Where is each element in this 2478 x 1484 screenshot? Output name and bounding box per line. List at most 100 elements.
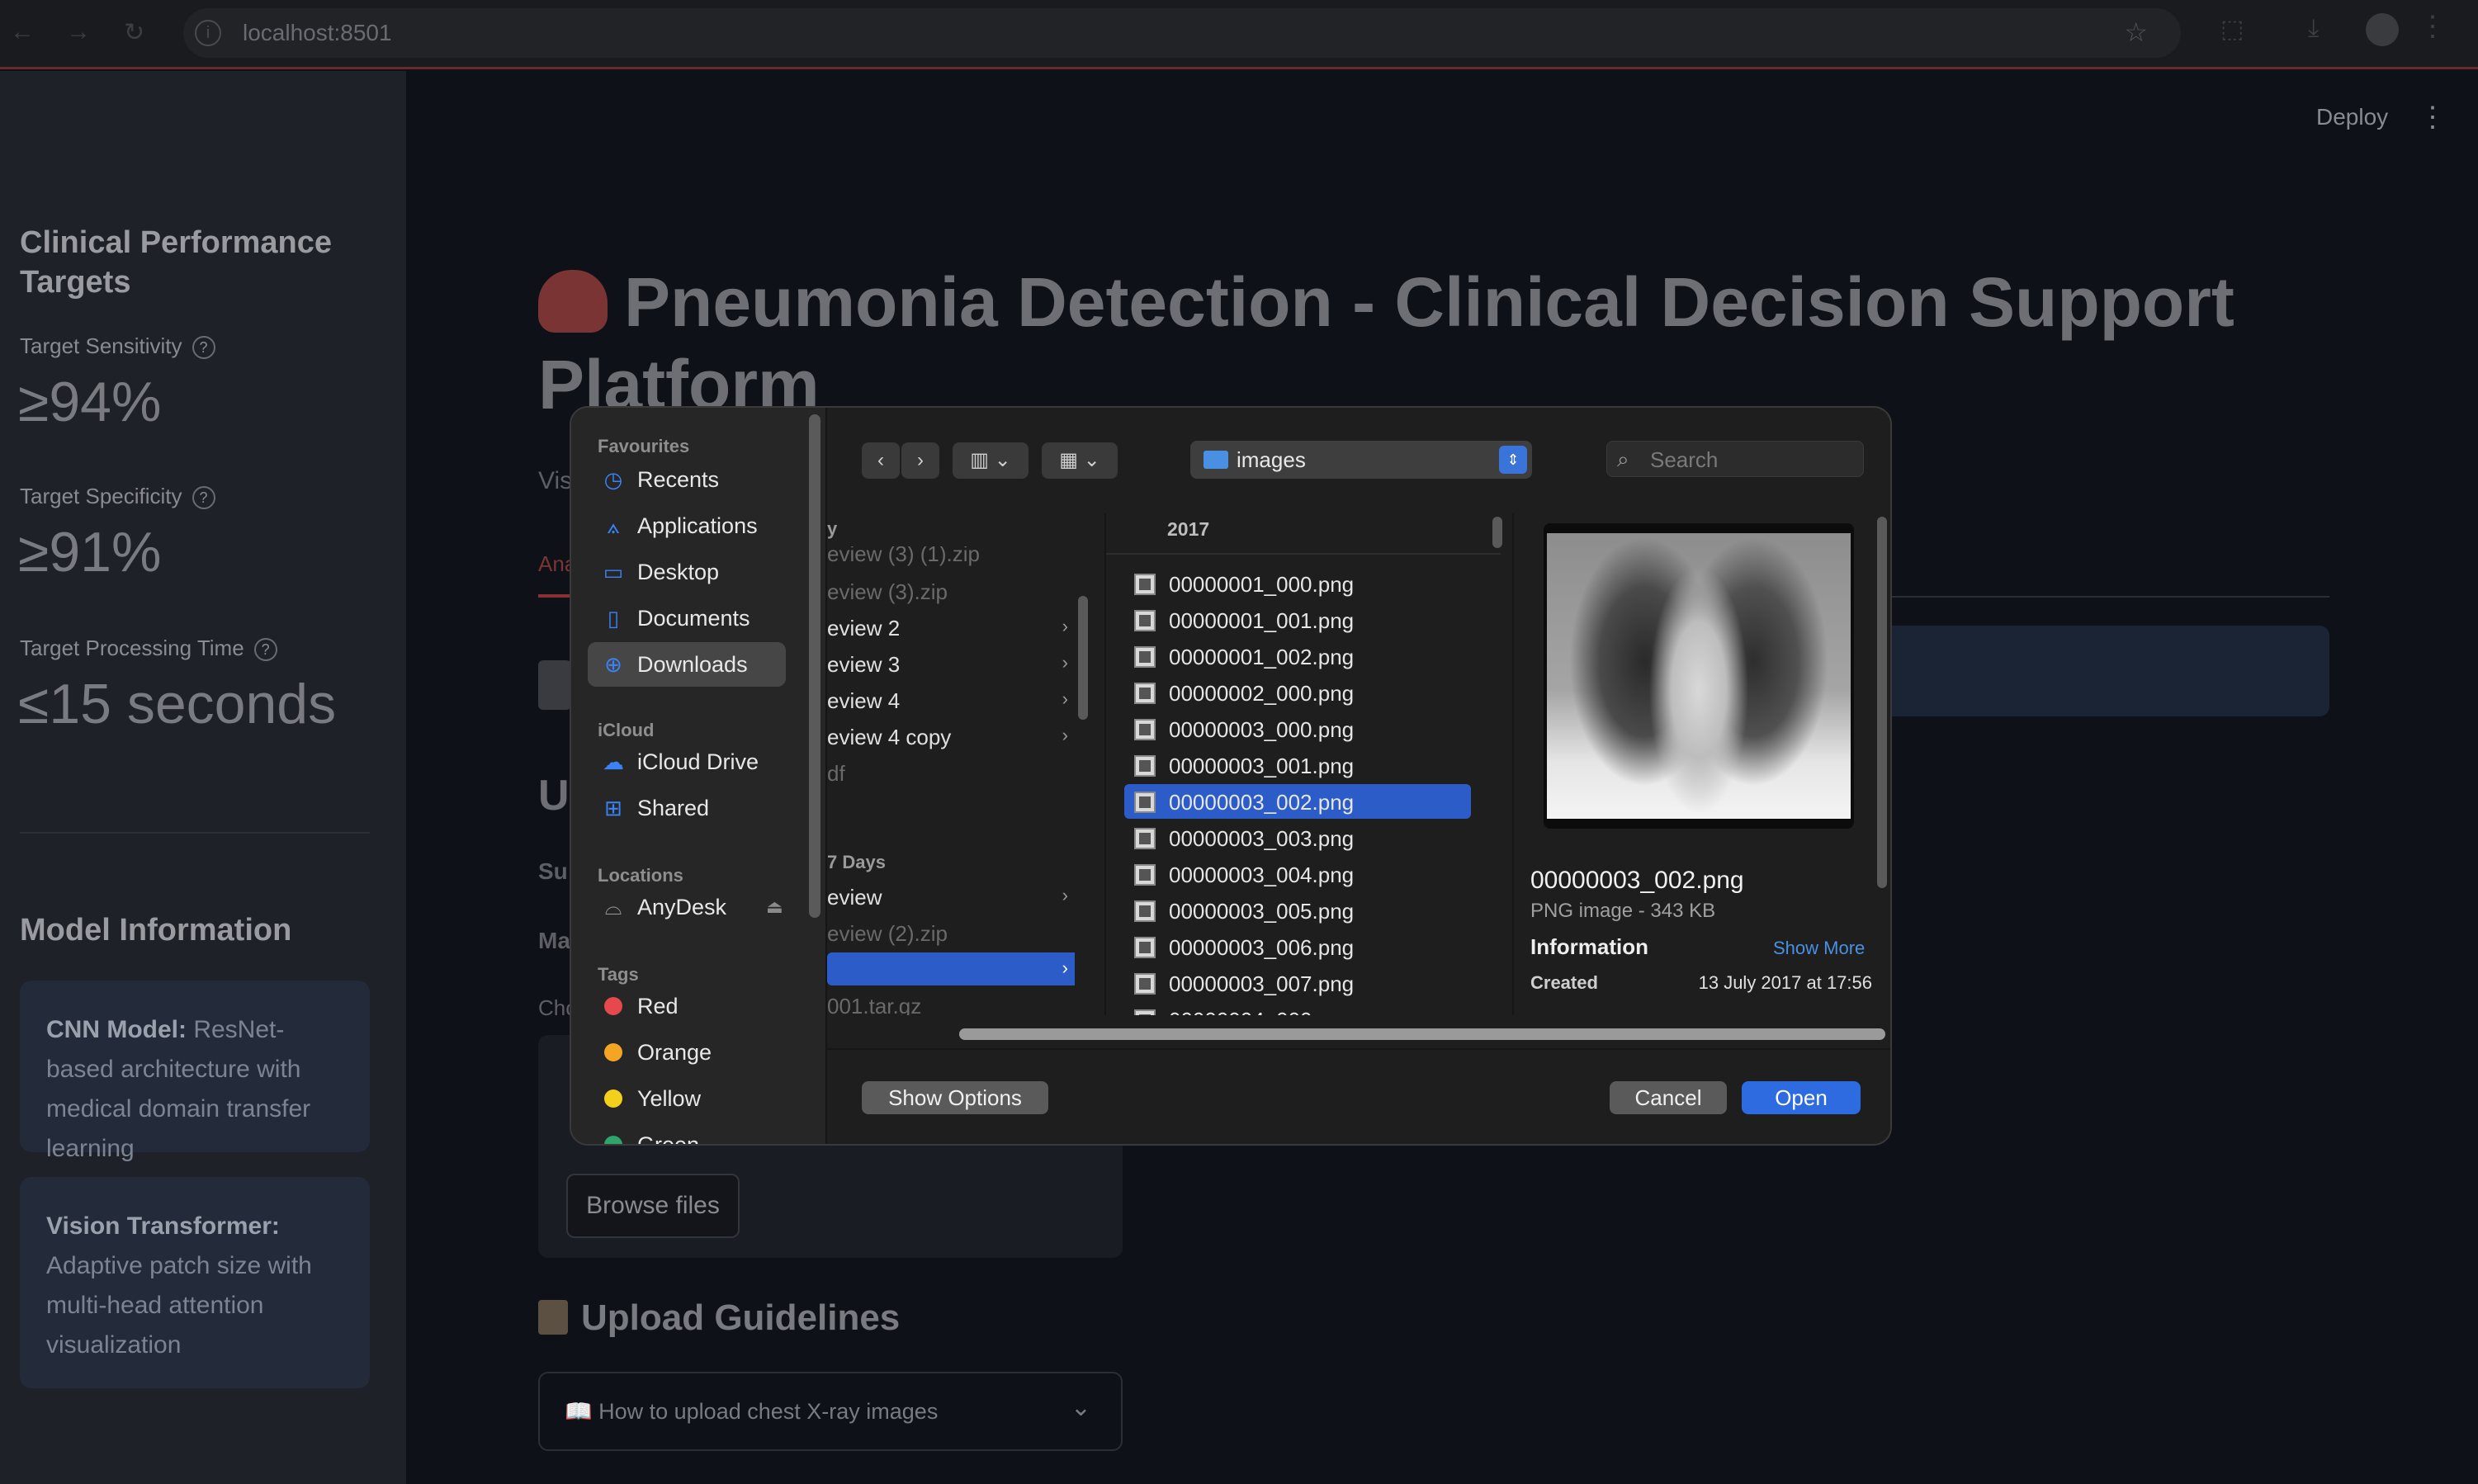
sidebar-item-applications[interactable]: ⟑ Applications bbox=[588, 503, 786, 548]
sidebar-item-downloads[interactable]: ⊕ Downloads bbox=[588, 642, 786, 687]
list-item[interactable]: eview 4 copy › bbox=[827, 720, 1075, 753]
image-file-icon bbox=[1134, 864, 1156, 886]
eject-icon[interactable]: ⏏ bbox=[766, 896, 783, 918]
column-section-header: 7 Days bbox=[827, 852, 886, 872]
forward-icon[interactable]: → bbox=[66, 18, 91, 46]
sidebar-item-icloud-drive[interactable]: ☁ iCloud Drive bbox=[588, 740, 786, 784]
help-icon[interactable]: ? bbox=[253, 638, 277, 662]
chevron-right-icon: › bbox=[1062, 688, 1068, 709]
browser-column-parent: y eview (3) (1).zip eview (3).zip eview … bbox=[827, 513, 1101, 1015]
browser-toolbar: ← → ↻ i localhost:8501 ☆ ⬚ ⤓ ⋮ bbox=[0, 0, 2478, 69]
desktop-icon: ▭ bbox=[603, 560, 624, 584]
download-icon[interactable]: ⤓ bbox=[2308, 15, 2319, 43]
supported-formats-fragment: Su bbox=[538, 858, 568, 884]
group-view-button[interactable]: ▦ ⌄ bbox=[1042, 442, 1118, 479]
file-row[interactable]: 00000003_001.png bbox=[1124, 748, 1471, 782]
cancel-button[interactable]: Cancel bbox=[1610, 1081, 1727, 1114]
list-item[interactable]: 001.tar.gz bbox=[827, 989, 1075, 1015]
icloud-header: iCloud bbox=[598, 720, 655, 740]
open-button[interactable]: Open bbox=[1742, 1081, 1861, 1114]
file-row[interactable]: 00000001_000.png bbox=[1124, 566, 1471, 601]
file-name: 00000003_001.png bbox=[1169, 754, 1355, 778]
max-size-fragment: Ma bbox=[538, 928, 570, 953]
horizontal-scroll-thumb[interactable] bbox=[959, 1028, 1885, 1040]
metric-value-processing-time: ≤15 seconds bbox=[18, 673, 337, 735]
profile-avatar[interactable] bbox=[2366, 13, 2399, 46]
sidebar-item-shared[interactable]: ⊞ Shared bbox=[588, 786, 786, 830]
sidebar-scrollbar[interactable] bbox=[809, 414, 820, 918]
file-row[interactable]: 00000003_005.png bbox=[1124, 893, 1471, 928]
path-label: images bbox=[1237, 447, 1306, 472]
help-icon[interactable]: ? bbox=[192, 486, 215, 510]
chevron-right-icon: › bbox=[1062, 885, 1068, 905]
site-info-icon[interactable]: i bbox=[195, 20, 221, 46]
list-item[interactable]: eview 4 › bbox=[827, 683, 1075, 716]
app-menu-icon[interactable]: ⋮ bbox=[2419, 101, 2447, 134]
chevron-right-icon: › bbox=[1062, 957, 1068, 978]
preview-scrollbar[interactable] bbox=[1877, 517, 1887, 888]
sidebar-item-recents[interactable]: ◷ Recents bbox=[588, 457, 786, 502]
sidebar-tag-green[interactable]: Green bbox=[588, 1122, 786, 1144]
search-input[interactable] bbox=[1650, 447, 1856, 473]
file-row[interactable]: 00000004_000.png bbox=[1124, 1002, 1471, 1015]
chevron-down-icon: ⌄ bbox=[1070, 1394, 1091, 1421]
file-row-selected[interactable]: 00000003_002.png bbox=[1124, 784, 1471, 819]
upload-howto-expander[interactable]: 📖 How to upload chest X-ray images ⌄ bbox=[538, 1372, 1123, 1451]
browser-menu-icon[interactable]: ⋮ bbox=[2419, 10, 2447, 43]
list-item[interactable]: eview (3).zip bbox=[827, 574, 1075, 607]
favourites-header: Favourites bbox=[598, 436, 690, 456]
bookmark-star-icon[interactable]: ☆ bbox=[2124, 17, 2148, 48]
help-icon[interactable]: ? bbox=[192, 336, 215, 360]
list-item-selected[interactable]: › bbox=[827, 952, 1075, 985]
lungs-icon bbox=[538, 270, 608, 333]
cnn-model-card: CNN Model: ResNet-based architecture wit… bbox=[20, 981, 370, 1162]
sidebar-tag-yellow[interactable]: Yellow bbox=[588, 1076, 786, 1121]
column-section-header: y bbox=[827, 518, 838, 539]
file-row[interactable]: 00000003_007.png bbox=[1124, 966, 1471, 1000]
show-more-link[interactable]: Show More bbox=[1773, 938, 1865, 959]
file-row[interactable]: 00000003_003.png bbox=[1124, 820, 1471, 855]
list-item[interactable]: eview (3) (1).zip bbox=[827, 546, 1075, 571]
reload-icon[interactable]: ↻ bbox=[124, 18, 144, 47]
column-scrollbar[interactable] bbox=[1078, 596, 1088, 720]
list-item[interactable]: eview 2 › bbox=[827, 611, 1075, 644]
file-row[interactable]: 00000001_001.png bbox=[1124, 603, 1471, 637]
list-item[interactable]: df bbox=[827, 756, 1075, 789]
sidebar-item-anydesk[interactable]: ⌓ AnyDesk ⏏ bbox=[588, 885, 786, 929]
column-view-button[interactable]: ▥ ⌄ bbox=[953, 442, 1029, 479]
yellow-tag-dot bbox=[604, 1089, 622, 1108]
file-name: 00000001_002.png bbox=[1169, 645, 1355, 669]
column-scrollbar[interactable] bbox=[1492, 517, 1502, 548]
sidebar-tag-red[interactable]: Red bbox=[588, 984, 786, 1028]
path-popup[interactable]: images ⇕ bbox=[1190, 441, 1532, 479]
locations-header: Locations bbox=[598, 865, 683, 886]
red-tag-dot bbox=[604, 997, 622, 1015]
search-field[interactable]: ⌕ bbox=[1606, 441, 1864, 477]
show-options-button[interactable]: Show Options bbox=[862, 1081, 1048, 1114]
file-row[interactable]: 00000001_002.png bbox=[1124, 639, 1471, 673]
list-item[interactable]: eview (2).zip bbox=[827, 916, 1075, 949]
extensions-icon[interactable]: ⬚ bbox=[2220, 15, 2244, 44]
document-icon: ▯ bbox=[607, 606, 620, 631]
sidebar-tag-orange[interactable]: Orange bbox=[588, 1030, 786, 1075]
back-icon[interactable]: ← bbox=[10, 18, 35, 46]
file-row[interactable]: 00000003_004.png bbox=[1124, 857, 1471, 891]
address-bar[interactable]: i localhost:8501 ☆ bbox=[183, 8, 2181, 58]
cloud-icon: ☁ bbox=[603, 749, 624, 774]
sidebar-item-documents[interactable]: ▯ Documents bbox=[588, 596, 786, 640]
image-file-icon bbox=[1134, 900, 1156, 922]
drive-icon: ⌓ bbox=[604, 895, 622, 919]
browse-files-button[interactable]: Browse files bbox=[566, 1174, 740, 1238]
back-button[interactable]: ‹ bbox=[862, 442, 900, 479]
vit-model-name: Vision Transformer: bbox=[46, 1212, 280, 1240]
forward-button[interactable]: › bbox=[901, 442, 939, 479]
file-row[interactable]: 00000002_000.png bbox=[1124, 675, 1471, 710]
sidebar-item-desktop[interactable]: ▭ Desktop bbox=[588, 550, 786, 594]
deploy-button[interactable]: Deploy bbox=[2316, 104, 2388, 130]
file-name: 00000003_007.png bbox=[1169, 971, 1355, 996]
file-row[interactable]: 00000003_000.png bbox=[1124, 711, 1471, 746]
list-item[interactable]: eview › bbox=[827, 880, 1075, 913]
list-item[interactable]: eview 3 › bbox=[827, 647, 1075, 680]
file-row[interactable]: 00000003_006.png bbox=[1124, 929, 1471, 964]
image-file-icon bbox=[1134, 937, 1156, 958]
